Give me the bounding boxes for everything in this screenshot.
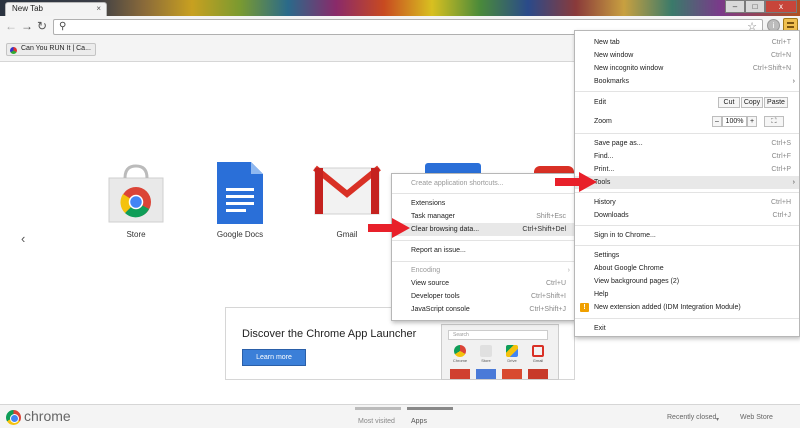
zoom-out-button[interactable]: –: [712, 116, 722, 127]
menu-item-new-window[interactable]: New window Ctrl+N: [575, 49, 799, 62]
reload-icon[interactable]: ↻: [37, 20, 47, 32]
bookmark-label: Can You RUN It | Ca...: [21, 45, 91, 52]
menu-item-help[interactable]: Help: [575, 288, 799, 301]
tools-submenu: Create application shortcuts... Extensio…: [391, 173, 575, 321]
most-visited-indicator: [355, 407, 401, 410]
promo-title: Discover the Chrome App Launcher: [242, 328, 417, 340]
app-tile-google-docs[interactable]: Google Docs: [207, 160, 273, 244]
apps-indicator: [407, 407, 453, 410]
chevron-right-icon: ›: [792, 179, 795, 186]
menu-item-create-shortcuts[interactable]: Create application shortcuts...: [392, 177, 574, 190]
app-label: Google Docs: [216, 230, 264, 239]
learn-more-button[interactable]: Learn more: [242, 349, 306, 366]
menu-item-exit[interactable]: Exit: [575, 322, 799, 335]
menu-item-downloads[interactable]: Downloads Ctrl+J: [575, 209, 799, 222]
mini-app-drive: Drive: [502, 345, 522, 365]
menu-item-edit: Edit Cut Copy Paste: [575, 96, 799, 110]
title-bar: New Tab × – □ x: [0, 0, 800, 16]
copy-button[interactable]: Copy: [741, 97, 763, 108]
minimize-button[interactable]: –: [725, 0, 745, 13]
tab-apps[interactable]: Apps: [411, 418, 427, 425]
recently-closed-button[interactable]: Recently closed: [667, 414, 716, 421]
menu-item-save-page[interactable]: Save page as... Ctrl+S: [575, 137, 799, 150]
mini-search-box: Search: [448, 330, 548, 340]
menu-item-encoding[interactable]: Encoding ›: [392, 264, 574, 277]
mini-app-row-2: [450, 369, 548, 379]
store-icon: [108, 164, 164, 223]
web-store-link[interactable]: Web Store: [740, 414, 773, 421]
menu-item-sign-in[interactable]: Sign in to Chrome...: [575, 229, 799, 242]
google-docs-icon: [217, 162, 263, 224]
zoom-in-button[interactable]: +: [747, 116, 757, 127]
forward-arrow-icon[interactable]: →: [21, 20, 33, 32]
menu-item-developer-tools[interactable]: Developer tools Ctrl+Shift+I: [392, 290, 574, 303]
menu-item-history[interactable]: History Ctrl+H: [575, 196, 799, 209]
close-window-button[interactable]: x: [765, 0, 797, 13]
red-arrow-clear-data-icon: [368, 218, 410, 238]
menu-item-report-issue[interactable]: Report an issue...: [392, 244, 574, 257]
bookmark-item[interactable]: Can You RUN It | Ca...: [6, 43, 96, 56]
maximize-button[interactable]: □: [745, 0, 765, 13]
chevron-down-icon[interactable]: ▾: [716, 416, 719, 423]
app-launcher-preview: Search Chrome Store Drive Gmail: [441, 324, 559, 380]
menu-item-new-incognito[interactable]: New incognito window Ctrl+Shift+N: [575, 62, 799, 75]
menu-item-bookmarks[interactable]: Bookmarks ›: [575, 75, 799, 88]
tab-title: New Tab: [12, 4, 43, 13]
menu-item-settings[interactable]: Settings: [575, 249, 799, 262]
tab-close-icon[interactable]: ×: [96, 4, 101, 13]
paste-button[interactable]: Paste: [764, 97, 788, 108]
zoom-level: 100%: [722, 116, 747, 127]
back-arrow-icon[interactable]: ←: [5, 20, 17, 32]
menu-item-extensions[interactable]: Extensions: [392, 197, 574, 210]
menu-item-zoom: Zoom – 100% + ⛶: [575, 115, 799, 129]
red-arrow-tools-icon: [555, 172, 597, 192]
menu-item-javascript-console[interactable]: JavaScript console Ctrl+Shift+J: [392, 303, 574, 316]
mini-app-chrome: Chrome: [450, 345, 470, 365]
tab-new-tab[interactable]: New Tab ×: [5, 2, 107, 16]
app-label: Store: [126, 230, 146, 239]
menu-item-about[interactable]: About Google Chrome: [575, 262, 799, 275]
bookmark-favicon-icon: [10, 47, 17, 54]
cut-button[interactable]: Cut: [718, 97, 740, 108]
menu-item-view-source[interactable]: View source Ctrl+U: [392, 277, 574, 290]
window-controls: – □ x: [725, 0, 797, 13]
chevron-right-icon: ›: [567, 267, 570, 274]
fullscreen-icon[interactable]: ⛶: [764, 116, 784, 127]
menu-item-clear-browsing-data[interactable]: Clear browsing data... Ctrl+Shift+Del: [392, 223, 574, 236]
menu-item-new-extension[interactable]: ! New extension added (IDM Integration M…: [575, 301, 799, 314]
search-icon: ⚲: [59, 21, 67, 32]
bottom-bar: chrome Most visited Apps Recently closed…: [0, 404, 800, 428]
mini-app-row: Chrome Store Drive Gmail: [450, 345, 548, 365]
tab-most-visited[interactable]: Most visited: [358, 418, 395, 425]
menu-item-print[interactable]: Print... Ctrl+P: [575, 163, 799, 176]
menu-item-tools[interactable]: Tools ›: [575, 176, 799, 189]
chevron-left-icon[interactable]: ‹: [21, 231, 25, 246]
menu-item-find[interactable]: Find... Ctrl+F: [575, 150, 799, 163]
gmail-icon: [313, 165, 381, 215]
mini-app-gmail: Gmail: [528, 345, 548, 365]
chevron-right-icon: ›: [792, 78, 795, 85]
menu-item-background-pages[interactable]: View background pages (2): [575, 275, 799, 288]
app-tile-store[interactable]: Store: [103, 160, 169, 244]
chrome-brand: chrome: [24, 408, 71, 424]
chrome-main-menu: New tab Ctrl+T New window Ctrl+N New incog…: [574, 30, 800, 337]
warning-icon: !: [580, 303, 589, 312]
menu-item-new-tab[interactable]: New tab Ctrl+T: [575, 36, 799, 49]
chrome-logo-icon: [6, 410, 21, 425]
menu-item-task-manager[interactable]: Task manager Shift+Esc: [392, 210, 574, 223]
mini-app-store: Store: [476, 345, 496, 365]
